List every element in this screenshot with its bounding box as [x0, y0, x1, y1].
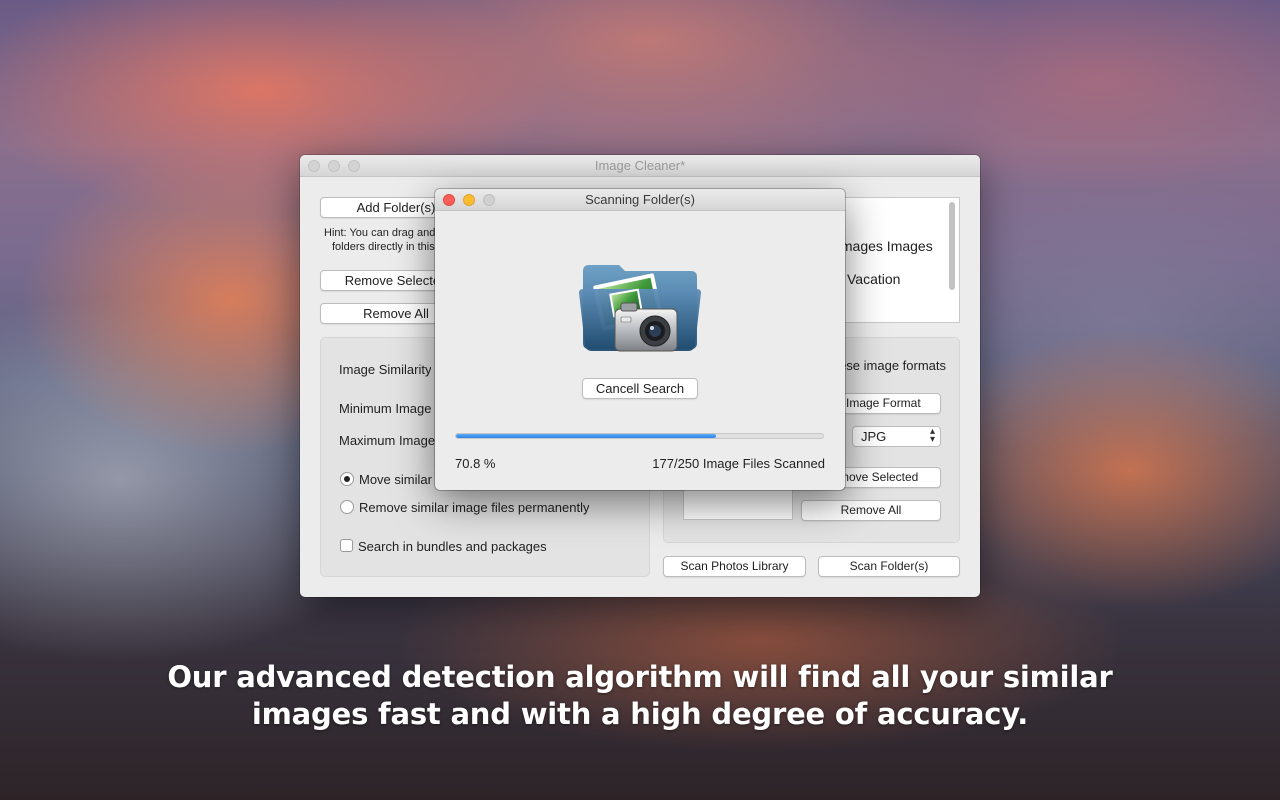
format-select[interactable]: JPG ▴ ▾	[852, 426, 941, 447]
scan-progress-bar	[455, 433, 824, 439]
list-item[interactable]: Images Images	[837, 238, 933, 254]
remove-all-formats-button[interactable]: Remove All	[801, 500, 941, 521]
minimize-button[interactable]	[328, 160, 340, 172]
folder-camera-icon	[579, 265, 701, 352]
caption-line-1: Our advanced detection algorithm will fi…	[167, 660, 1113, 694]
similarity-label: Image Similarity	[339, 362, 432, 377]
cancel-search-button[interactable]: Cancell Search	[582, 378, 698, 399]
select-arrows-icon: ▴ ▾	[929, 426, 935, 445]
close-button[interactable]	[443, 194, 455, 206]
scan-progress-fill	[456, 434, 716, 438]
list-item[interactable]: Vacation	[847, 271, 900, 287]
folder-list-scrollbar[interactable]	[949, 202, 955, 290]
window-title: Image Cleaner*	[594, 158, 686, 173]
remove-permanently-radio[interactable]	[340, 500, 354, 514]
scan-photos-library-button[interactable]: Scan Photos Library	[663, 556, 806, 577]
caption-line-2: images fast and with a high degree of ac…	[251, 697, 1029, 731]
zoom-button[interactable]	[483, 194, 495, 206]
format-select-value: JPG	[861, 429, 887, 444]
move-to-trash-radio[interactable]	[340, 472, 354, 486]
progress-percent: 70.8 %	[455, 456, 496, 471]
scan-dialog-title: Scanning Folder(s)	[585, 192, 695, 207]
remove-permanently-label: Remove similar image files permanently	[359, 500, 590, 515]
minimize-button[interactable]	[463, 194, 475, 206]
zoom-button[interactable]	[348, 160, 360, 172]
search-bundles-checkbox[interactable]	[340, 539, 353, 552]
scanning-dialog: Scanning Folder(s) Cancell Search 70.8 %…	[435, 189, 845, 490]
search-bundles-label: Search in bundles and packages	[358, 539, 547, 554]
close-button[interactable]	[308, 160, 320, 172]
scan-folders-button[interactable]: Scan Folder(s)	[818, 556, 960, 577]
scan-titlebar: Scanning Folder(s)	[435, 189, 845, 211]
files-scanned-status: 177/250 Image Files Scanned	[652, 456, 825, 471]
main-titlebar: Image Cleaner*	[300, 155, 980, 177]
